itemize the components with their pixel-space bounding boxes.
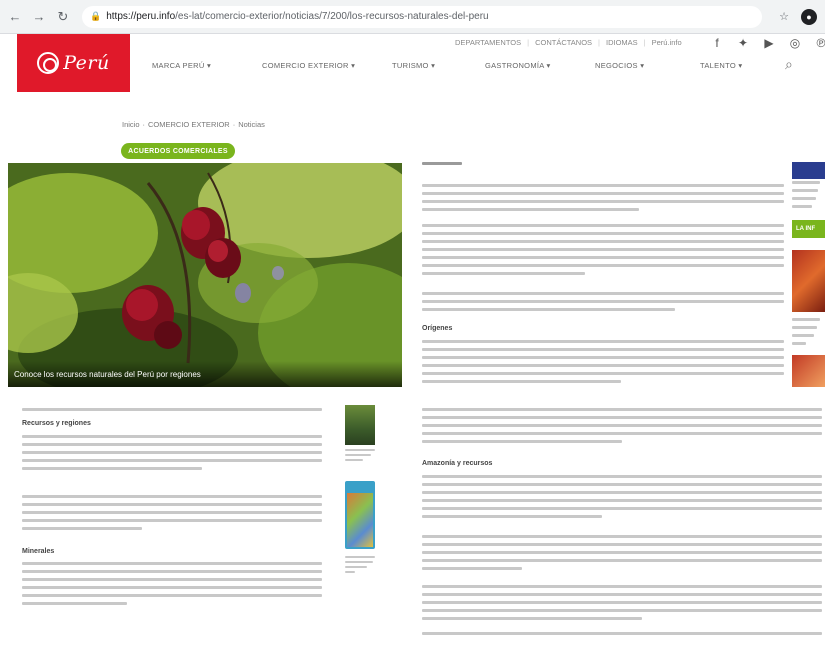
paragraph — [22, 408, 322, 416]
section-heading: Amazonía y recursos — [422, 460, 493, 467]
breadcrumb: Inicio · COMERCIO EXTERIOR · Noticias — [122, 120, 265, 129]
nav-gastronomia[interactable]: GASTRONOMÍA ▾ — [485, 61, 551, 70]
pinterest-icon[interactable]: ℗ — [814, 36, 825, 50]
forward-icon[interactable]: → — [30, 8, 48, 26]
topbar-idiomas[interactable]: IDIOMAS — [606, 38, 638, 47]
ad-banner[interactable] — [792, 162, 825, 179]
twitter-icon[interactable]: ✦ — [736, 36, 750, 50]
ad-cta-button[interactable]: LA INF — [792, 220, 825, 238]
section-heading: Orígenes — [422, 325, 453, 332]
ad-text — [792, 318, 825, 350]
category-tag-button[interactable]: ACUERDOS COMERCIALES — [121, 143, 235, 159]
nav-turismo[interactable]: TURISMO ▾ — [392, 61, 435, 70]
logo-text: Perú — [63, 52, 110, 74]
paragraph — [422, 475, 822, 523]
instagram-icon[interactable]: ◎ — [788, 36, 802, 50]
topbar-contactanos[interactable]: CONTÁCTANOS — [535, 38, 592, 47]
paragraph — [422, 184, 784, 216]
breadcrumb-separator: · — [232, 120, 236, 129]
paragraph — [422, 340, 784, 388]
nav-marca-peru[interactable]: MARCA PERÚ ▾ — [152, 61, 211, 70]
breadcrumb-home[interactable]: Inicio — [122, 120, 140, 129]
topbar-peru-info[interactable]: Perú.info — [652, 38, 682, 47]
profile-icon[interactable]: ● — [801, 8, 817, 25]
thumbnail-image[interactable] — [345, 481, 375, 549]
browser-toolbar: ← → ↻ 🔒 https://peru.info /es-lat/comerc… — [0, 0, 825, 34]
ad-food-image[interactable] — [792, 250, 825, 312]
star-icon[interactable]: ☆ — [777, 10, 791, 24]
lock-icon: 🔒 — [90, 11, 102, 21]
facebook-icon[interactable]: f — [710, 36, 724, 50]
site-logo[interactable]: Perú — [17, 34, 130, 92]
url-host: https://peru.info — [106, 11, 176, 22]
hero-image: Conoce los recursos naturales del Perú p… — [8, 163, 402, 387]
thumbnail-caption — [345, 556, 377, 578]
nav-talento[interactable]: TALENTO ▾ — [700, 61, 742, 70]
address-bar[interactable]: 🔒 https://peru.info /es-lat/comercio-ext… — [82, 5, 762, 28]
logo-swirl-icon — [37, 52, 60, 74]
paragraph — [422, 632, 822, 640]
reload-icon[interactable]: ↻ — [54, 8, 72, 26]
topbar-separator: | — [643, 38, 646, 47]
topbar-departamentos[interactable]: DEPARTAMENTOS — [455, 38, 521, 47]
paragraph — [422, 292, 784, 316]
utility-bar: DEPARTAMENTOS | CONTÁCTANOS | IDIOMAS | … — [455, 38, 682, 47]
topbar-separator: | — [598, 38, 600, 47]
main-nav: MARCA PERÚ ▾ COMERCIO EXTERIOR ▾ TURISMO… — [130, 54, 825, 76]
section-heading: Minerales — [22, 548, 55, 555]
back-icon[interactable]: ← — [6, 8, 24, 26]
breadcrumb-section[interactable]: COMERCIO EXTERIOR — [148, 120, 230, 129]
social-links: f ✦ ▶ ◎ ℗ — [710, 36, 825, 50]
youtube-icon[interactable]: ▶ — [762, 36, 776, 50]
paragraph — [22, 562, 322, 610]
topbar-separator: | — [527, 38, 530, 47]
ad-text — [792, 181, 825, 215]
url-path: /es-lat/comercio-exterior/noticias/7/200… — [175, 11, 489, 22]
paragraph — [22, 495, 322, 535]
paragraph — [422, 535, 822, 575]
paragraph — [22, 435, 322, 475]
hero-caption: Conoce los recursos naturales del Perú p… — [8, 361, 402, 387]
breadcrumb-separator: · — [142, 120, 146, 129]
nav-comercio-exterior[interactable]: COMERCIO EXTERIOR ▾ — [262, 61, 355, 70]
nav-negocios[interactable]: NEGOCIOS ▾ — [595, 61, 644, 70]
breadcrumb-current[interactable]: Noticias — [238, 120, 265, 129]
thumbnail-caption — [345, 449, 377, 466]
paragraph — [422, 585, 822, 625]
hero-flower-illustration — [8, 163, 402, 387]
paragraph — [422, 408, 822, 448]
ad-food-image[interactable] — [792, 355, 825, 387]
thumbnail-image[interactable] — [345, 405, 375, 445]
search-icon[interactable]: ⌕ — [785, 56, 793, 73]
section-heading: Recursos y regiones — [22, 420, 91, 427]
paragraph — [422, 224, 784, 280]
